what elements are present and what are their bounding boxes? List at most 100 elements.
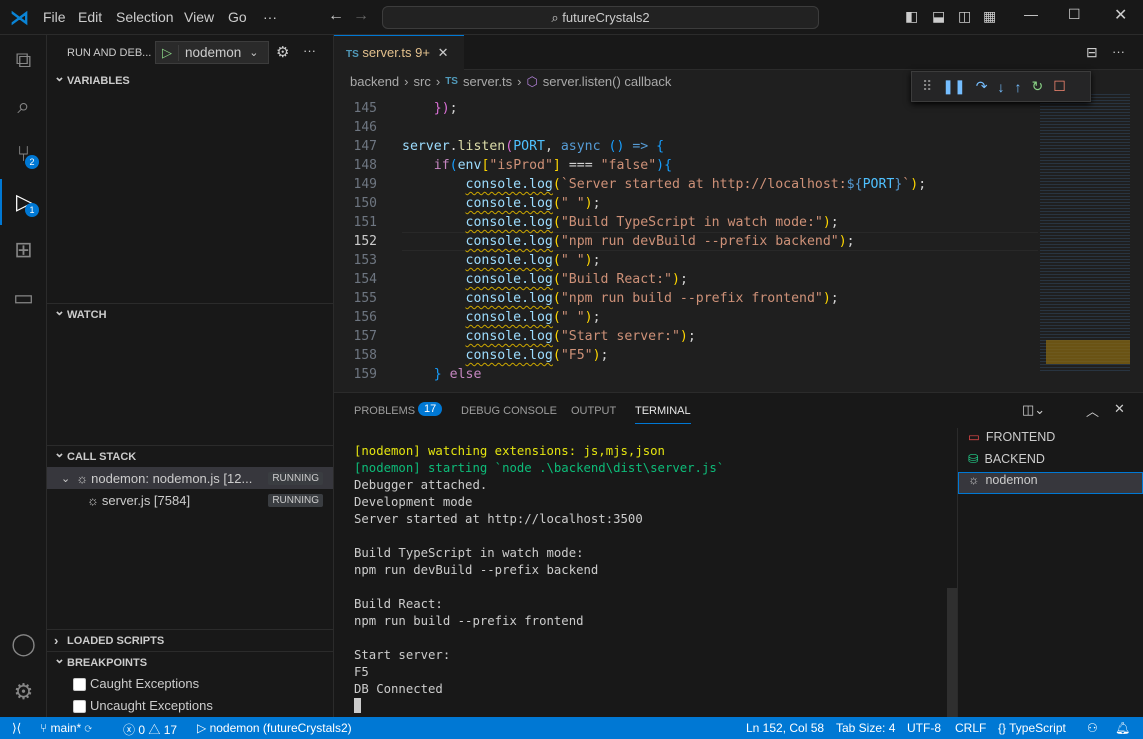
menu-selection[interactable]: Selection xyxy=(116,9,174,25)
code-line[interactable]: console.log("Build TypeScript in watch m… xyxy=(402,213,839,232)
minimize-icon[interactable]: — xyxy=(1024,6,1038,22)
menu-edit[interactable]: Edit xyxy=(78,9,102,25)
search-view-icon[interactable]: ⌕ xyxy=(0,83,47,129)
stop-icon[interactable]: ☐ xyxy=(1053,78,1066,95)
pause-icon[interactable]: ❚❚ xyxy=(942,78,965,95)
code-line[interactable]: console.log(`Server started at http://lo… xyxy=(402,175,927,194)
terminal-scrollbar[interactable] xyxy=(947,588,957,718)
tab-server-ts[interactable]: TS server.ts 9+ ✕ xyxy=(334,35,464,70)
accounts-icon[interactable]: ⚇ xyxy=(1087,721,1098,735)
call-stack-item[interactable]: ☼ server.js [7584] RUNNING xyxy=(47,489,333,511)
maximize-icon[interactable]: ☐ xyxy=(1068,6,1081,23)
run-debug-icon[interactable]: ▷ 1 xyxy=(0,179,47,225)
extensions-icon[interactable]: ⊞ xyxy=(0,227,47,273)
debug-item[interactable]: ▷ nodemon (futureCrystals2) xyxy=(197,721,352,735)
terminal-instance[interactable]: ⛁ BACKEND xyxy=(968,451,1045,467)
line-number: 154 xyxy=(353,272,377,287)
tab-terminal[interactable]: TERMINAL xyxy=(635,405,691,424)
explorer-icon[interactable]: ⧉ xyxy=(0,37,47,83)
launch-config-select[interactable]: ▷ nodemon ⌄ xyxy=(155,41,269,64)
gear-icon[interactable]: ⚙ xyxy=(276,43,289,61)
terminal-line: Development mode xyxy=(354,495,473,509)
tab-debug-console[interactable]: DEBUG CONSOLE xyxy=(461,405,557,417)
breadcrumb-item[interactable]: server.ts xyxy=(463,74,512,90)
step-into-icon[interactable]: ↓ xyxy=(997,79,1004,95)
code-line[interactable]: } else xyxy=(402,365,482,384)
toggle-panel-icon[interactable]: ⬓ xyxy=(932,8,945,25)
call-stack-item[interactable]: ⌄ ☼ nodemon: nodemon.js [12... RUNNING xyxy=(47,467,333,489)
checkbox[interactable] xyxy=(73,700,86,714)
code-line[interactable]: console.log("Build React:"); xyxy=(402,270,688,289)
checkbox[interactable] xyxy=(73,678,86,692)
more-actions-icon[interactable]: ··· xyxy=(1112,44,1125,59)
drag-handle-icon[interactable]: ⠿ xyxy=(922,78,932,95)
account-icon[interactable]: ◯ xyxy=(0,621,47,667)
forward-icon[interactable]: → xyxy=(353,7,369,25)
terminal-instance[interactable]: ▭ FRONTEND xyxy=(968,429,1055,445)
notifications-bell-icon[interactable]: 🔔︎ xyxy=(1115,721,1130,735)
branch-item[interactable]: ⑂ main* ⟳ xyxy=(40,721,92,735)
code-line[interactable]: server.listen(PORT, async () => { xyxy=(402,137,664,156)
breadcrumb-item[interactable]: server.listen() callback xyxy=(543,74,672,90)
close-icon[interactable]: ✕ xyxy=(438,45,449,60)
debug-icon: ▷ xyxy=(197,721,210,735)
language-mode[interactable]: {} TypeScript xyxy=(998,721,1066,735)
stack-label: server.js [7584] xyxy=(101,492,191,508)
tab-output[interactable]: OUTPUT xyxy=(571,405,616,417)
variables-section[interactable]: VARIABLES xyxy=(47,66,333,92)
command-center-search[interactable]: ⌕ futureCrystals2 xyxy=(382,6,819,29)
language-label: TypeScript xyxy=(1009,721,1066,735)
step-out-icon[interactable]: ↑ xyxy=(1014,79,1021,95)
encoding[interactable]: UTF-8 xyxy=(907,721,941,735)
call-stack-section[interactable]: CALL STACK xyxy=(47,442,333,467)
watch-section[interactable]: WATCH xyxy=(47,300,333,325)
code-line[interactable]: console.log(" "); xyxy=(402,308,601,327)
eol[interactable]: CRLF xyxy=(955,721,986,735)
step-over-icon[interactable]: ↷ xyxy=(976,78,988,95)
settings-gear-icon[interactable]: ⚙ xyxy=(0,669,47,715)
source-control-icon[interactable]: ⑂ 2 xyxy=(0,131,47,177)
code-line[interactable]: console.log("F5"); xyxy=(402,346,609,365)
code-line[interactable]: if(env["isProd"] === "false"){ xyxy=(402,156,672,175)
breakpoint-caught[interactable]: Caught Exceptions xyxy=(73,676,199,692)
restart-icon[interactable]: ↻ xyxy=(1031,78,1043,95)
back-icon[interactable]: ← xyxy=(328,7,344,25)
tab-problems[interactable]: PROBLEMS xyxy=(354,405,415,417)
code-line[interactable]: }); xyxy=(402,99,458,118)
chevron-up-icon[interactable]: ︿ xyxy=(1086,401,1099,420)
code-line[interactable]: console.log(" "); xyxy=(402,251,601,270)
warning-icon: △ xyxy=(148,723,164,737)
split-terminal-icon[interactable]: ◫⌄ xyxy=(1022,402,1045,418)
terminal-instance[interactable]: ☼ nodemon xyxy=(968,473,1038,487)
remote-icon[interactable]: ⟩⟨ xyxy=(12,721,21,735)
breakpoint-uncaught[interactable]: Uncaught Exceptions xyxy=(73,698,213,714)
toggle-secondary-sidebar-icon[interactable]: ◫ xyxy=(958,8,971,25)
toggle-sidebar-icon[interactable]: ◧ xyxy=(905,8,918,25)
minimap[interactable] xyxy=(1040,92,1130,372)
code-line[interactable]: console.log("npm run build --prefix fron… xyxy=(402,289,839,308)
menu-go[interactable]: Go xyxy=(228,9,247,25)
split-editor-icon[interactable]: ⊟ xyxy=(1086,44,1098,61)
error-icon: ⓧ xyxy=(123,723,139,737)
breadcrumb-item[interactable]: src xyxy=(414,74,431,90)
menu-file[interactable]: File xyxy=(43,9,66,25)
tab-size[interactable]: Tab Size: 4 xyxy=(836,721,895,735)
code-line[interactable]: console.log("Start server:"); xyxy=(402,327,696,346)
menu-view[interactable]: View xyxy=(184,9,214,25)
problems-item[interactable]: ⓧ 0 △ 17 xyxy=(123,721,177,738)
start-debug-icon[interactable]: ▷ xyxy=(156,44,179,61)
close-window-icon[interactable]: ✕ xyxy=(1114,5,1127,25)
customize-layout-icon[interactable]: ▦ xyxy=(983,8,996,25)
code-line[interactable]: console.log(" "); xyxy=(402,194,601,213)
title-bar: ⋊ File Edit Selection View Go ··· ← → ⌕ … xyxy=(0,0,1143,35)
cursor-position[interactable]: Ln 152, Col 58 xyxy=(746,721,824,735)
chat-icon[interactable]: ▭ xyxy=(0,275,47,321)
breakpoints-section[interactable]: BREAKPOINTS xyxy=(47,648,333,673)
code-line[interactable]: console.log("npm run devBuild --prefix b… xyxy=(402,232,855,251)
loaded-scripts-section[interactable]: LOADED SCRIPTS xyxy=(47,629,333,652)
more-actions-icon[interactable]: ··· xyxy=(303,43,316,58)
close-panel-icon[interactable]: ✕ xyxy=(1114,401,1125,417)
menu-more[interactable]: ··· xyxy=(263,9,277,25)
breadcrumb-item[interactable]: backend xyxy=(350,74,399,90)
line-number: 150 xyxy=(353,196,377,211)
